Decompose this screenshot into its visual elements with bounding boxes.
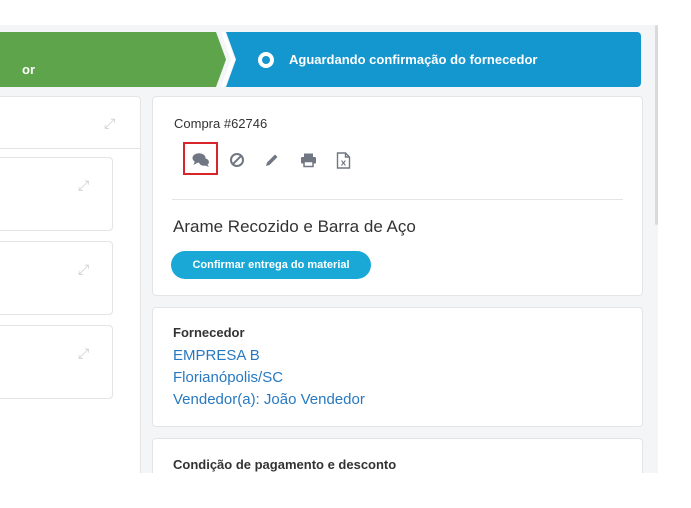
step-completed-label: or: [22, 62, 35, 77]
confirm-delivery-button[interactable]: Confirmar entrega do material: [171, 251, 371, 279]
print-icon[interactable]: [298, 150, 318, 170]
radio-dot-icon: [258, 52, 274, 68]
supplier-heading: Fornecedor: [173, 325, 245, 340]
step-current-label: Aguardando confirmação do fornecedor: [289, 52, 538, 67]
supplier-city-link[interactable]: Florianópolis/SC: [173, 369, 283, 386]
step-completed: [0, 32, 226, 87]
expand-icon[interactable]: ⤢: [78, 178, 89, 192]
order-divider: [172, 199, 623, 200]
product-name: Arame Recozido e Barra de Aço: [173, 217, 416, 236]
app-viewport: or Aguardando confirmação do fornecedor …: [0, 0, 658, 473]
scrollbar[interactable]: [655, 25, 658, 225]
cancel-icon[interactable]: [227, 150, 247, 170]
expand-icon[interactable]: ⤢: [104, 116, 115, 130]
left-card[interactable]: [0, 241, 113, 315]
order-title: Compra #62746: [174, 116, 268, 131]
top-strip: [0, 0, 658, 25]
chat-icon[interactable]: [191, 150, 211, 170]
svg-text:X: X: [340, 159, 346, 167]
left-card[interactable]: [0, 325, 113, 399]
excel-export-icon[interactable]: X: [333, 150, 353, 170]
expand-icon[interactable]: ⤢: [78, 346, 89, 360]
supplier-company-link[interactable]: EMPRESA B: [173, 347, 260, 364]
left-panel-divider: [0, 148, 140, 149]
expand-icon[interactable]: ⤢: [78, 262, 89, 276]
edit-icon[interactable]: [262, 150, 282, 170]
left-card[interactable]: [0, 157, 113, 231]
payment-heading: Condição de pagamento e desconto: [173, 457, 397, 472]
supplier-seller-link[interactable]: Vendedor(a): João Vendedor: [173, 391, 365, 408]
